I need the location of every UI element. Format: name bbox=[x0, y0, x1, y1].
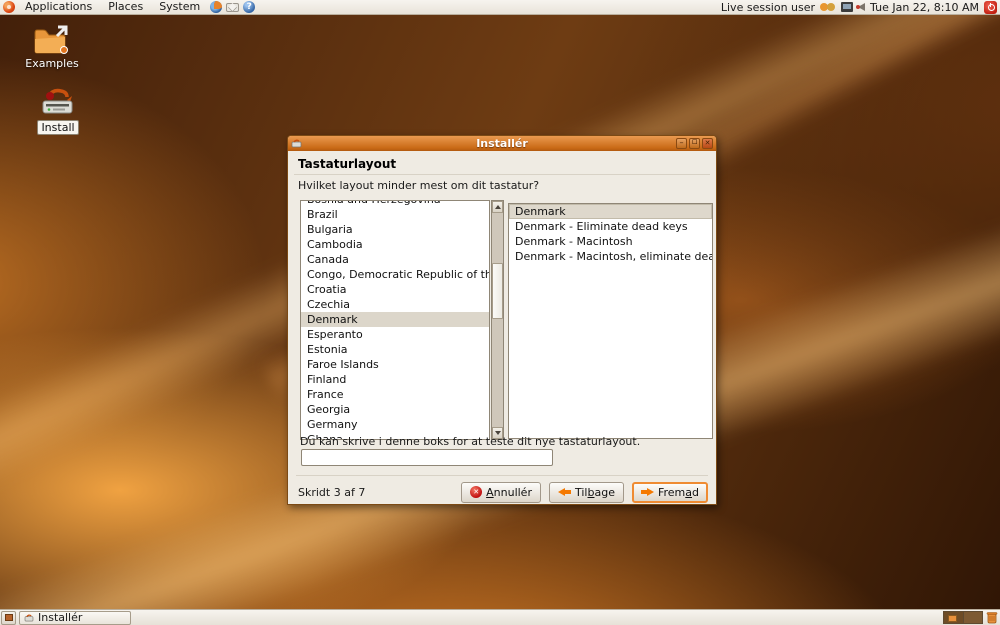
screen: Applications Places System ? Live sessio… bbox=[0, 0, 1000, 625]
power-button-icon[interactable] bbox=[984, 0, 997, 14]
menu-applications[interactable]: Applications bbox=[19, 0, 98, 14]
footer: Skridt 3 af 7 Annullér Tilbage Fremad bbox=[298, 481, 708, 503]
list-item-selected[interactable]: Denmark bbox=[509, 204, 712, 219]
keyboard-layout-list[interactable]: Bosnia and Herzegovina Brazil Bulgaria C… bbox=[300, 200, 490, 440]
examples-folder-icon bbox=[34, 25, 68, 54]
cancel-icon bbox=[470, 486, 483, 498]
list-item[interactable]: Czechia bbox=[301, 297, 489, 312]
keyboard-variant-list[interactable]: Denmark Denmark - Eliminate dead keys De… bbox=[508, 203, 713, 439]
list-item[interactable]: Finland bbox=[301, 372, 489, 387]
list-item[interactable]: Georgia bbox=[301, 402, 489, 417]
list-item[interactable]: Denmark - Macintosh bbox=[509, 234, 712, 249]
titlebar[interactable]: Installér bbox=[288, 136, 716, 151]
menu-system[interactable]: System bbox=[153, 0, 206, 14]
list-item[interactable]: Estonia bbox=[301, 342, 489, 357]
list-item[interactable]: Bulgaria bbox=[301, 222, 489, 237]
help-launcher-icon[interactable]: ? bbox=[243, 1, 256, 13]
show-desktop-button[interactable] bbox=[1, 610, 16, 625]
footer-separator bbox=[296, 475, 708, 476]
cancel-button[interactable]: Annullér bbox=[461, 481, 541, 503]
list-item[interactable]: Germany bbox=[301, 417, 489, 432]
install-label: Install bbox=[37, 120, 79, 135]
list-item[interactable]: Esperanto bbox=[301, 327, 489, 342]
test-typing-label: Du kan skrive i denne boks for at teste … bbox=[300, 435, 641, 448]
scroll-up-button[interactable] bbox=[492, 201, 503, 213]
list-item[interactable]: Canada bbox=[301, 252, 489, 267]
clock[interactable]: Tue Jan 22, 8:10 AM bbox=[870, 1, 979, 14]
list-item[interactable]: France bbox=[301, 387, 489, 402]
top-panel: Applications Places System ? Live sessio… bbox=[0, 0, 1000, 15]
window-body: Tastaturlayout Hvilket layout minder mes… bbox=[288, 151, 716, 505]
page-title: Tastaturlayout bbox=[298, 157, 397, 171]
desktop-icon-install[interactable]: Install bbox=[26, 88, 90, 135]
list-item[interactable]: Cambodia bbox=[301, 237, 489, 252]
question-label: Hvilket layout minder mest om dit tastat… bbox=[298, 179, 540, 192]
close-button[interactable] bbox=[702, 138, 713, 149]
list-item[interactable]: Denmark - Macintosh, eliminate dead keys bbox=[509, 249, 712, 264]
examples-label: Examples bbox=[25, 57, 79, 70]
list-item[interactable]: Denmark - Eliminate dead keys bbox=[509, 219, 712, 234]
menu-places[interactable]: Places bbox=[102, 0, 149, 14]
list-item[interactable]: Brazil bbox=[301, 207, 489, 222]
workspace-switcher[interactable] bbox=[943, 611, 983, 624]
taskbar-button-installer[interactable]: Installér bbox=[19, 610, 131, 625]
user-switcher-label[interactable]: Live session user bbox=[721, 1, 815, 14]
firefox-launcher-icon[interactable] bbox=[210, 1, 223, 13]
list-item[interactable]: Croatia bbox=[301, 282, 489, 297]
forward-button[interactable]: Fremad bbox=[631, 481, 708, 503]
desktop-icon-examples[interactable]: Examples bbox=[20, 25, 84, 70]
arrow-up-icon bbox=[494, 205, 501, 209]
installer-window: Installér Tastaturlayout Hvilket layout … bbox=[287, 135, 717, 505]
list-item[interactable]: Congo, Democratic Republic of the bbox=[301, 267, 489, 282]
show-desktop-icon bbox=[4, 614, 13, 621]
maximize-button[interactable] bbox=[689, 138, 700, 149]
keyboard-test-input[interactable] bbox=[301, 449, 553, 466]
back-button[interactable]: Tilbage bbox=[548, 481, 624, 503]
layout-list-scrollbar[interactable] bbox=[491, 200, 504, 440]
forward-arrow-icon bbox=[640, 487, 654, 497]
task-window-icon bbox=[24, 613, 34, 621]
user-switcher-icon[interactable] bbox=[820, 2, 836, 13]
back-arrow-icon bbox=[557, 487, 571, 497]
workspace-2[interactable] bbox=[963, 612, 982, 623]
step-indicator: Skridt 3 af 7 bbox=[298, 485, 366, 499]
ubuntu-logo-icon[interactable] bbox=[3, 1, 15, 13]
scrollbar-thumb[interactable] bbox=[492, 263, 503, 319]
bottom-panel: Installér bbox=[0, 609, 1000, 625]
install-drive-icon bbox=[42, 88, 73, 114]
volume-icon[interactable] bbox=[856, 3, 866, 11]
minimize-button[interactable] bbox=[676, 138, 687, 149]
list-item-selected[interactable]: Denmark bbox=[301, 312, 489, 327]
task-button-label: Installér bbox=[38, 611, 83, 624]
workspace-window-thumb bbox=[948, 615, 957, 622]
heading-separator bbox=[294, 174, 710, 175]
mail-launcher-icon[interactable] bbox=[226, 2, 240, 12]
window-title: Installér bbox=[476, 137, 528, 150]
display-icon[interactable] bbox=[841, 2, 854, 12]
workspace-1[interactable] bbox=[944, 612, 963, 623]
list-item[interactable]: Faroe Islands bbox=[301, 357, 489, 372]
trash-icon[interactable] bbox=[986, 611, 998, 624]
